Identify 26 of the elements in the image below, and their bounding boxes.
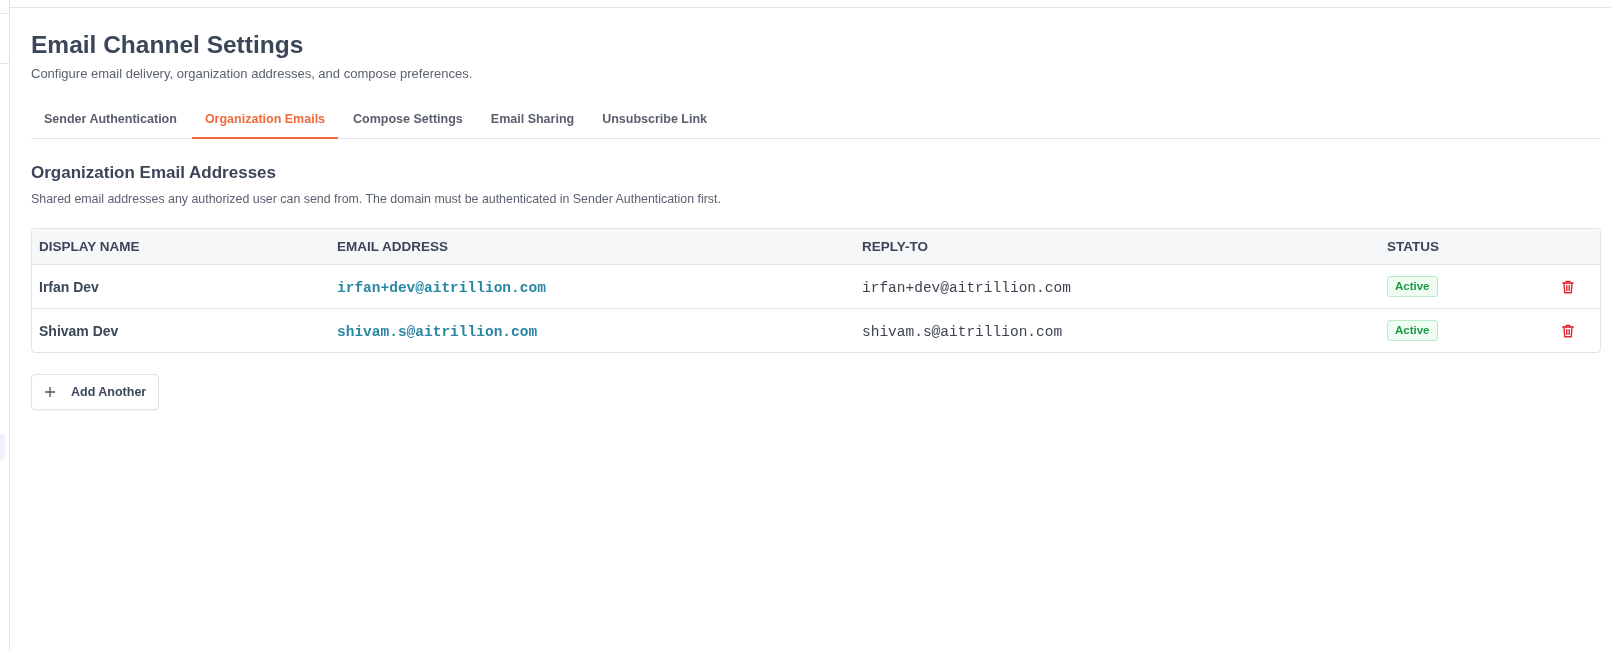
column-header: STATUS (1387, 239, 1440, 254)
status-badge: Active (1387, 276, 1438, 297)
column-header: REPLY-TO (862, 239, 930, 254)
tab[interactable]: Compose Settings (340, 102, 476, 139)
column-header: EMAIL ADDRESS (337, 239, 449, 254)
email-address: shivam.s@aitrillion.com (337, 323, 538, 340)
tab[interactable]: Sender Authentication (31, 102, 190, 139)
reply-to-address: irfan+dev@aitrillion.com (862, 279, 1071, 296)
status-badge: Active (1387, 320, 1438, 341)
tab[interactable]: Email Sharing (477, 102, 588, 139)
column-header: DISPLAY NAME (39, 239, 141, 254)
display-name: Shivam Dev (39, 322, 119, 339)
display-name: Irfan Dev (39, 278, 99, 295)
section-title: Organization Email Addresses (31, 162, 276, 184)
reply-to-address: shivam.s@aitrillion.com (862, 323, 1063, 340)
trash-icon (1562, 279, 1574, 294)
section-description: Shared email addresses any authorized user can send from. The domain must be authenticated in Sender Authentication first. (31, 191, 721, 207)
add-another-button[interactable]: Add Another (31, 374, 160, 410)
trash-icon (1562, 323, 1574, 338)
delete-button[interactable] (1562, 323, 1574, 338)
email-address: irfan+dev@aitrillion.com (337, 279, 546, 296)
tab[interactable]: Unsubscribe Link (589, 102, 721, 139)
delete-button[interactable] (1562, 279, 1574, 294)
page-subtitle: Configure email delivery, organization addresses, and compose preferences. (31, 66, 473, 82)
plus-icon (45, 387, 55, 397)
page-title: Email Channel Settings (31, 30, 304, 60)
